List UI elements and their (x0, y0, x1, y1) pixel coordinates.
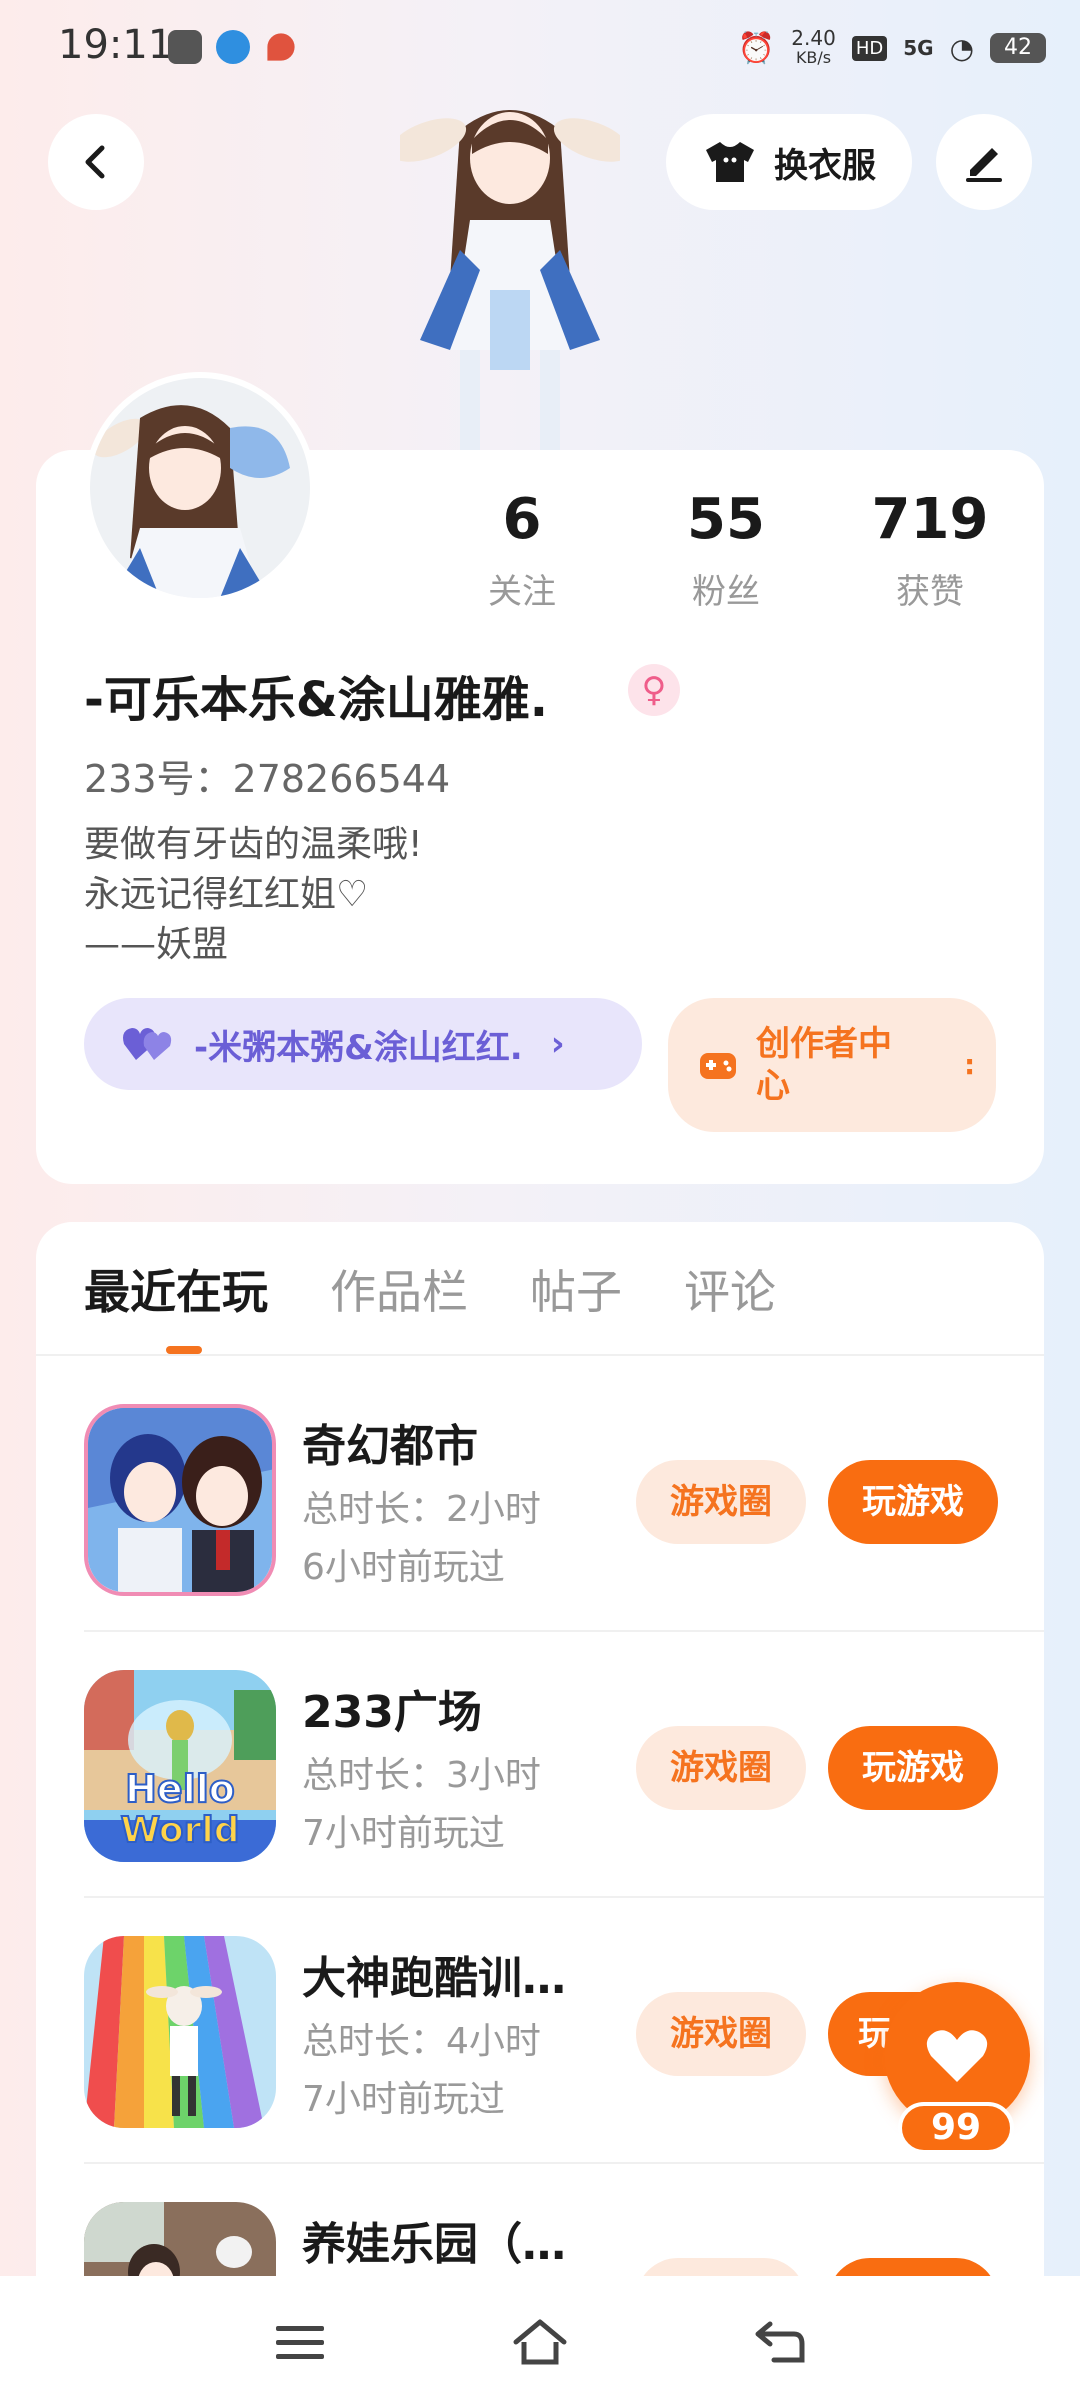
game-circle-button[interactable]: 游戏圈 (636, 1726, 806, 1810)
stat-followers[interactable]: 55 粉丝 (646, 488, 806, 613)
game-last-played: 7小时前玩过 (302, 2079, 505, 2120)
edit-icon (966, 148, 1002, 182)
game-circle-button[interactable]: 游戏圈 (636, 1460, 806, 1544)
game-name: 养娃乐园（… (302, 2219, 566, 2270)
tshirt-icon (706, 142, 754, 182)
following-label: 关注 (488, 572, 556, 612)
like-count-badge: 99 (898, 2102, 1014, 2154)
dress-up-button[interactable]: 换衣服 (666, 114, 912, 210)
stat-likes[interactable]: 719 获赞 (850, 488, 1010, 613)
game-row[interactable]: Hello World 233广场 总时长：3小时 7小时前玩过 游戏圈 玩游戏 (36, 1632, 1044, 1896)
edit-profile-button[interactable] (936, 114, 1032, 210)
partner-label: -米粥本粥&涂山红红. (194, 1027, 523, 1068)
game-circle-button[interactable]: 游戏圈 (636, 1992, 806, 2076)
game-name: 233广场 (302, 1687, 482, 1738)
system-nav-bar (0, 2276, 1080, 2404)
hd-icon: HD (851, 35, 888, 61)
map-notification-icon (267, 33, 295, 61)
browser-notification-icon (216, 30, 250, 64)
menu-icon[interactable] (270, 2312, 330, 2372)
creator-label: 创作者中 (756, 1024, 892, 1064)
game-thumbnail (84, 2202, 276, 2276)
game-duration: 总时长：4小时 (302, 2021, 541, 2062)
active-tab-indicator (166, 1346, 202, 1354)
net-speed-value: 2.40 (791, 26, 836, 50)
game-last-played: 7小时前玩过 (302, 1813, 505, 1854)
world-thumb-text: World (120, 1810, 239, 1851)
signal-icon: 5G (903, 36, 934, 60)
wifi-icon: ◔ (949, 31, 974, 65)
alarm-icon: ⏰ (737, 30, 776, 66)
game-last-played: 6小时前玩过 (302, 1547, 505, 1588)
creator-center-button[interactable]: 创作者中 心 : (668, 998, 996, 1132)
status-bar: 19:11 ⏰ 2.40 KB/s HD 5G ◔ 42 (0, 0, 1080, 96)
divider (36, 1354, 1044, 1356)
game-thumbnail (84, 1936, 276, 2128)
likes-count: 719 (871, 487, 989, 552)
app-notification-icon (168, 30, 202, 64)
chevron-right-icon: › (550, 1024, 565, 1064)
partner-link[interactable]: -米粥本粥&涂山红红. › (84, 998, 642, 1090)
back-button[interactable] (48, 114, 144, 210)
tab-posts[interactable]: 帖子 (530, 1256, 622, 1322)
gamepad-icon (700, 1053, 736, 1079)
nickname: -可乐本乐&涂山雅雅. (84, 672, 549, 728)
avatar-character-figure (389, 90, 631, 450)
bio-line: 永远记得红红姐♡ (84, 874, 369, 915)
play-game-button[interactable] (828, 2258, 998, 2276)
creator-marker: : (964, 1048, 976, 1081)
tab-bar: 最近在玩 作品栏 帖子 评论 (84, 1256, 776, 1322)
likes-label: 获赞 (896, 572, 964, 612)
followers-label: 粉丝 (692, 572, 760, 612)
game-name: 大神跑酷训… (302, 1953, 566, 2004)
heart-icon (926, 2030, 988, 2082)
tab-comments[interactable]: 评论 (684, 1256, 776, 1322)
dress-up-label: 换衣服 (774, 145, 876, 186)
back-icon (85, 145, 105, 179)
game-row[interactable]: 养娃乐园（… (36, 2164, 1044, 2276)
hello-thumb-text: Hello (125, 1767, 235, 1811)
play-game-button[interactable]: 玩游戏 (828, 1460, 998, 1544)
home-icon[interactable] (510, 2312, 570, 2372)
back-nav-icon[interactable] (750, 2312, 810, 2372)
net-speed-unit: KB/s (795, 48, 832, 67)
avatar[interactable] (84, 372, 316, 604)
bio: 要做有牙齿的温柔哦! 永远记得红红姐♡ ——妖盟 (84, 820, 422, 970)
bio-line: 要做有牙齿的温柔哦! (84, 824, 423, 865)
bio-line: ——妖盟 (84, 924, 229, 965)
game-duration: 总时长：2小时 (302, 1489, 541, 1530)
user-id[interactable]: 233号：278266544 (84, 748, 450, 803)
creator-label-cont: 心 (756, 1066, 790, 1106)
play-game-button[interactable]: 玩游戏 (828, 1726, 998, 1810)
stat-following[interactable]: 6 关注 (442, 488, 602, 613)
game-thumbnail (84, 1404, 276, 1596)
double-heart-icon (123, 1028, 172, 1060)
battery-icon: 42 (990, 33, 1046, 63)
status-time: 19:11 (58, 22, 174, 68)
game-duration: 总时长：3小时 (302, 1755, 541, 1796)
tab-recent-played[interactable]: 最近在玩 (84, 1256, 268, 1322)
game-thumbnail: Hello World (84, 1670, 276, 1862)
game-name: 奇幻都市 (302, 1421, 478, 1472)
followers-count: 55 (687, 487, 765, 552)
game-circle-button[interactable] (636, 2258, 806, 2276)
tab-works[interactable]: 作品栏 (330, 1256, 468, 1322)
following-count: 6 (502, 487, 542, 552)
female-gender-icon: ♀ (628, 664, 680, 716)
game-row[interactable]: 奇幻都市 总时长：2小时 6小时前玩过 游戏圈 玩游戏 (36, 1366, 1044, 1630)
